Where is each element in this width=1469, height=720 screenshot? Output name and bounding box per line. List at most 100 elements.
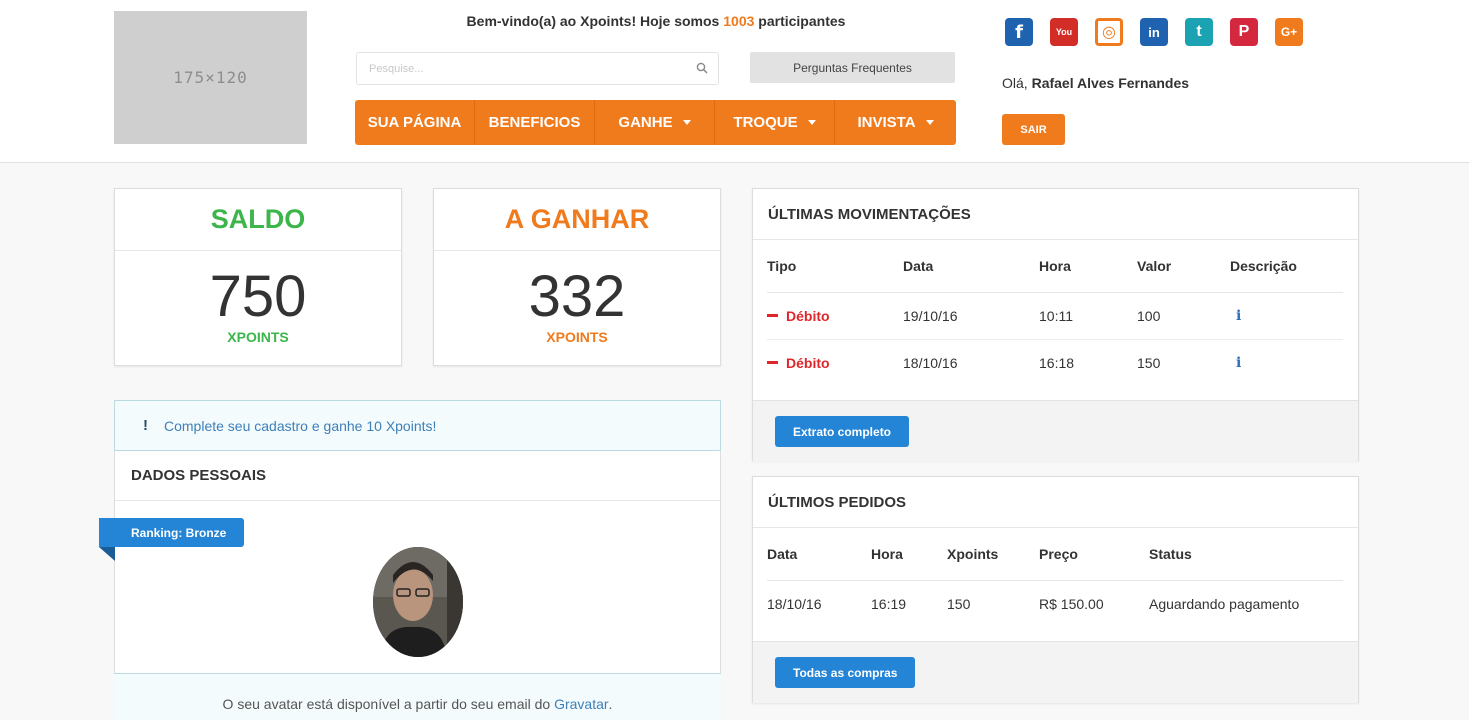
table-row: Débito 19/10/16 10:11 100 i — [767, 292, 1343, 340]
all-purchases-button[interactable]: Todas as compras — [775, 657, 916, 688]
personal-data-panel: ! Complete seu cadastro e ganhe 10 Xpoin… — [99, 400, 721, 720]
linkedin-glyph: in — [1148, 24, 1160, 40]
pending-card: A GANHAR 332 XPOINTS — [433, 188, 721, 366]
info-icon[interactable]: i — [1230, 355, 1241, 371]
gravatar-link[interactable]: Gravatar — [554, 696, 608, 712]
balance-card: SALDO 750 XPOINTS — [114, 188, 402, 366]
youtube-glyph: You — [1055, 27, 1073, 37]
nav-item-troque[interactable]: TROQUE — [715, 100, 835, 145]
google-plus-icon[interactable]: G+ — [1275, 18, 1303, 46]
debit-type: Débito — [767, 308, 903, 324]
linkedin-icon[interactable]: in — [1140, 18, 1168, 46]
logo-text: 175×120 — [173, 68, 248, 87]
gravatar-suffix: . — [608, 695, 613, 712]
alert-text: Complete seu cadastro e ganhe 10 Xpoints… — [164, 417, 437, 434]
type-label: Débito — [786, 354, 830, 371]
date-cell: 18/10/16 — [767, 595, 822, 612]
twitter-glyph: t — [1196, 23, 1202, 40]
minus-icon — [767, 361, 778, 365]
type-label: Débito — [786, 307, 830, 324]
personal-data-title: DADOS PESSOAIS — [115, 451, 720, 501]
time-cell: 16:18 — [1039, 354, 1075, 371]
orders-footer: Todas as compras — [753, 641, 1358, 703]
movements-title: ÚLTIMAS MOVIMENTAÇÕES — [753, 189, 1358, 240]
time-cell: 10:11 — [1039, 292, 1137, 340]
caret-down-icon — [925, 120, 934, 125]
orders-table: Data Hora Xpoints Preço Status 18/10/16 … — [767, 528, 1343, 627]
instagram-icon[interactable]: ◎ — [1095, 18, 1123, 46]
price-cell: R$ 150.00 — [1039, 595, 1104, 612]
col-header: Valor — [1137, 240, 1230, 293]
main-nav: SUA PÁGINA BENEFICIOS GANHE TROQUE INVIS… — [355, 100, 956, 145]
facebook-glyph: f — [1015, 21, 1023, 43]
pending-value: 332 — [528, 264, 626, 329]
col-header: Hora — [871, 528, 947, 581]
caret-down-icon — [682, 120, 691, 125]
google-plus-glyph: G+ — [1280, 25, 1298, 39]
logo-placeholder[interactable]: 175×120 — [114, 11, 307, 144]
debit-type: Débito — [767, 355, 903, 371]
col-header: Xpoints — [947, 528, 1039, 581]
nav-item-invista[interactable]: INVISTA — [835, 100, 956, 145]
welcome-prefix: Bem-vindo(a) ao Xpoints! Hoje somos — [466, 13, 724, 29]
pending-unit: XPOINTS — [546, 329, 608, 345]
welcome-message: Bem-vindo(a) ao Xpoints! Hoje somos 1003… — [356, 13, 956, 29]
nav-item-sua-pagina[interactable]: SUA PÁGINA — [355, 100, 475, 145]
pinterest-icon[interactable]: P — [1230, 18, 1258, 46]
avatar-photo — [373, 547, 463, 657]
avatar[interactable] — [373, 547, 463, 657]
gravatar-note: O seu avatar está disponível a partir do… — [114, 673, 721, 720]
table-header-row: Tipo Data Hora Valor Descrição — [767, 240, 1343, 293]
col-header: Hora — [1039, 240, 1137, 293]
value-cell: 150 — [1137, 354, 1161, 371]
logout-button[interactable]: SAIR — [1002, 114, 1065, 145]
pending-title: A GANHAR — [434, 189, 720, 251]
nav-item-label: INVISTA — [857, 114, 916, 131]
nav-item-label: BENEFICIOS — [488, 114, 581, 131]
ranking-badge: Ranking: Bronze — [99, 518, 244, 547]
participant-count: 1003 — [723, 13, 755, 29]
user-name: Rafael Alves Fernandes — [1031, 75, 1190, 91]
welcome-suffix: participantes — [754, 13, 846, 29]
complete-profile-alert: ! Complete seu cadastro e ganhe 10 Xpoin… — [114, 400, 721, 451]
nav-item-label: TROQUE — [733, 114, 798, 131]
facebook-icon[interactable]: f — [1005, 18, 1033, 46]
time-cell: 16:19 — [871, 595, 907, 612]
social-links: f You ◎ in t P G+ — [1005, 18, 1303, 46]
pinterest-glyph: P — [1238, 23, 1250, 40]
nav-item-beneficios[interactable]: BENEFICIOS — [475, 100, 595, 145]
col-header: Tipo — [767, 240, 903, 293]
full-statement-button[interactable]: Extrato completo — [775, 416, 910, 447]
nav-item-label: SUA PÁGINA — [367, 114, 462, 131]
col-header: Data — [767, 528, 871, 581]
greeting-text: Olá, — [1002, 75, 1032, 91]
col-header: Data — [903, 240, 1039, 293]
orders-panel: ÚLTIMOS PEDIDOS Data Hora Xpoints Preço … — [752, 476, 1359, 703]
movements-footer: Extrato completo — [753, 400, 1358, 462]
xpoints-cell: 150 — [947, 595, 971, 612]
col-header: Status — [1149, 528, 1343, 581]
info-icon[interactable]: i — [1230, 308, 1241, 324]
movements-panel: ÚLTIMAS MOVIMENTAÇÕES Tipo Data Hora Val… — [752, 188, 1359, 462]
ranking-ribbon-fold — [99, 547, 115, 561]
value-cell: 100 — [1137, 292, 1230, 340]
minus-icon — [767, 314, 778, 317]
faq-button[interactable]: Perguntas Frequentes — [750, 52, 955, 83]
search-input[interactable] — [357, 53, 677, 84]
gravatar-prefix: O seu avatar está disponível a partir do… — [222, 695, 551, 712]
balance-value: 750 — [209, 264, 307, 329]
table-header-row: Data Hora Xpoints Preço Status — [767, 528, 1343, 581]
caret-down-icon — [807, 120, 816, 125]
header: 175×120 Bem-vindo(a) ao Xpoints! Hoje so… — [0, 0, 1469, 163]
twitter-icon[interactable]: t — [1185, 18, 1213, 46]
search-icon[interactable] — [696, 62, 708, 74]
instagram-glyph: ◎ — [1102, 24, 1116, 41]
status-cell: Aguardando pagamento — [1149, 595, 1300, 612]
col-header: Preço — [1039, 528, 1149, 581]
user-greeting: Olá, Rafael Alves Fernandes — [1002, 75, 1189, 91]
nav-item-ganhe[interactable]: GANHE — [595, 100, 715, 145]
orders-title: ÚLTIMOS PEDIDOS — [753, 477, 1358, 528]
youtube-icon[interactable]: You — [1050, 18, 1078, 46]
search-box — [356, 52, 719, 85]
exclamation-icon: ! — [143, 417, 148, 434]
